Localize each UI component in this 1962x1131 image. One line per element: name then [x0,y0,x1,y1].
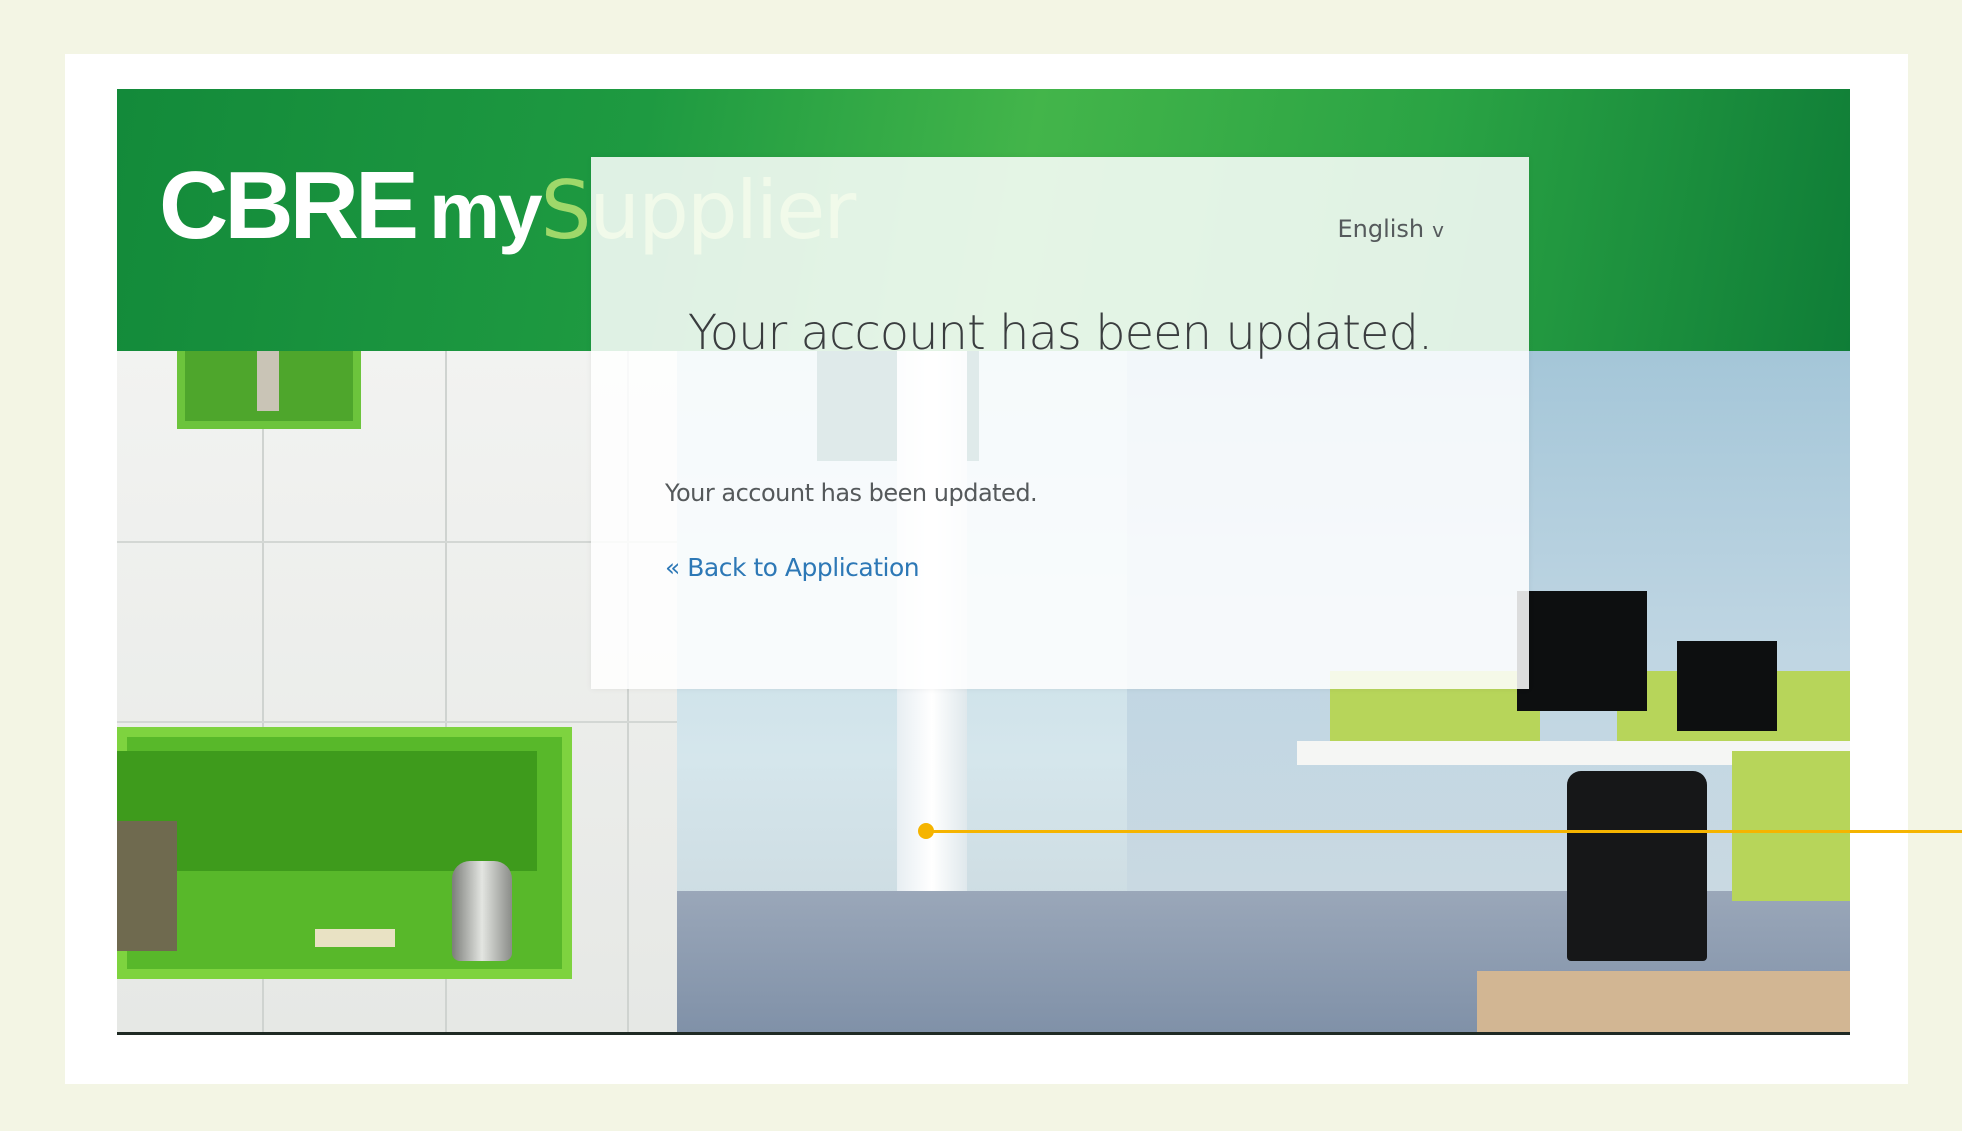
language-label: English [1337,215,1425,243]
confirmation-card: English v Your account has been updated. … [591,157,1529,689]
callout-pointer-line [925,830,1962,833]
logo-my: my [429,166,543,255]
back-to-application-link[interactable]: « Back to Application [665,553,920,582]
callout-pointer-dot [918,823,934,839]
status-message: Your account has been updated. [665,479,1038,507]
language-selector[interactable]: English v [1337,215,1444,243]
chevron-down-icon: v [1432,218,1444,242]
page-title: Your account has been updated. [687,305,1433,361]
app-screenshot: CBRE my Supplier Englishv [117,89,1850,1035]
logo-brand: CBRE [159,152,419,259]
